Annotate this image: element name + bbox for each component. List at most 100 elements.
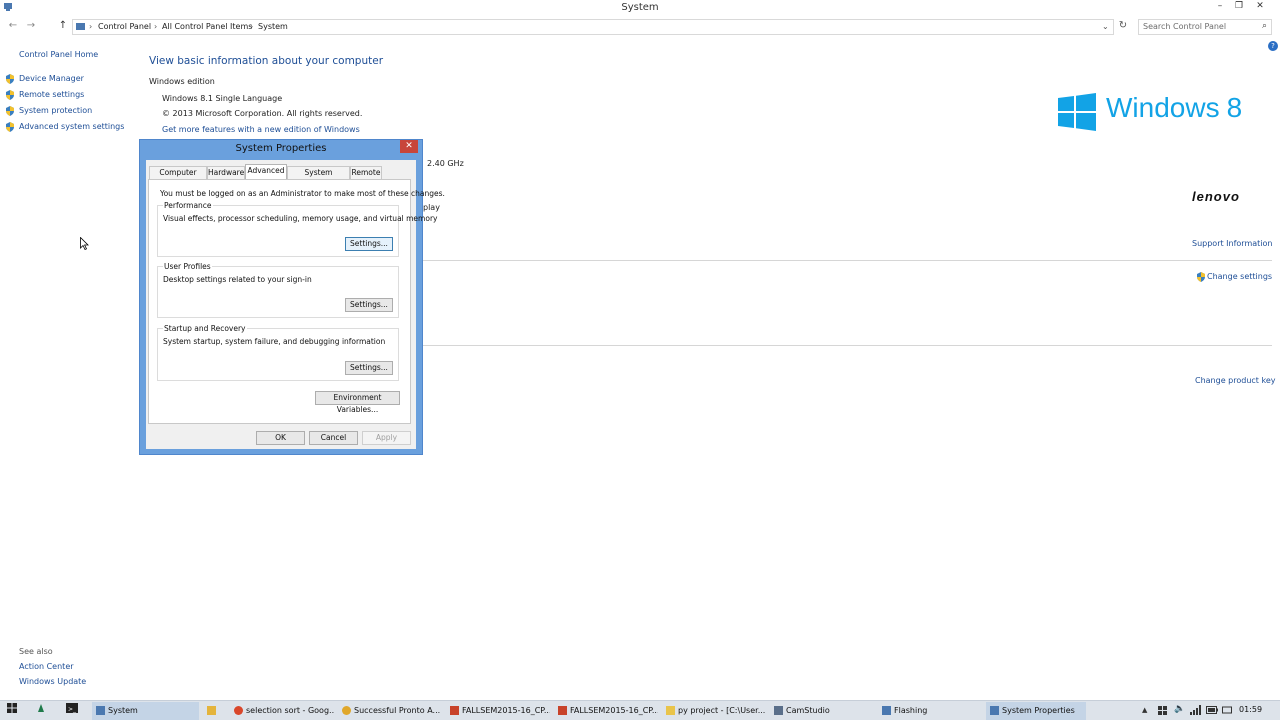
taskbar-item-label: Flashing — [894, 706, 928, 715]
shield-icon — [5, 74, 15, 84]
sidebar-item-label: Advanced system settings — [19, 122, 125, 131]
taskbar-item-label: py project - [C:\User... — [678, 706, 766, 715]
taskbar-item-system-properties[interactable]: System Properties — [986, 702, 1086, 720]
command-prompt-icon[interactable]: >_ — [62, 702, 82, 720]
taskbar-item-label: System Properties — [1002, 706, 1075, 715]
up-arrow-icon[interactable]: ↑ — [56, 20, 70, 34]
tab-hardware[interactable]: Hardware — [207, 166, 245, 179]
volume-icon[interactable]: 🔈 — [1174, 704, 1185, 714]
taskbar-item-label: FALLSEM2015-16_CP... — [462, 706, 550, 715]
taskbar-item-powerpoint-2[interactable]: FALLSEM2015-16_CP... — [554, 702, 658, 720]
file-explorer-icon[interactable] — [203, 702, 225, 720]
windows-version-number: 8 — [1226, 92, 1243, 123]
action-center-flag-icon[interactable] — [1158, 706, 1168, 715]
windows-wordmark: Windows — [1106, 92, 1220, 123]
sidebar-item-control-panel-home[interactable]: Control Panel Home — [19, 50, 98, 59]
taskbar-item-label: System — [108, 706, 138, 715]
see-also-heading: See also — [19, 647, 53, 656]
taskbar-item-camstudio[interactable]: CamStudio — [770, 702, 874, 720]
folder-icon — [207, 706, 216, 715]
sidebar-item-device-manager[interactable]: Device Manager — [5, 74, 84, 86]
apply-button[interactable]: Apply — [362, 431, 411, 445]
tab-remote[interactable]: Remote — [350, 166, 382, 179]
see-also-action-center[interactable]: Action Center — [19, 662, 74, 671]
taskbar-item-label: FALLSEM2015-16_CP... — [570, 706, 658, 715]
performance-group-desc: Visual effects, processor scheduling, me… — [163, 214, 438, 223]
user-profiles-group: User Profiles Desktop settings related t… — [157, 262, 399, 318]
sidebar-item-label: System protection — [19, 106, 93, 115]
see-also-windows-update[interactable]: Windows Update — [19, 677, 86, 686]
battery-icon[interactable] — [1206, 706, 1218, 714]
taskbar-item-py-project[interactable]: py project - [C:\User... — [662, 702, 766, 720]
system-icon — [990, 706, 999, 715]
performance-settings-button[interactable]: Settings... — [345, 237, 393, 251]
window-titlebar: System – ❐ ✕ — [0, 0, 1280, 16]
change-product-key-link[interactable]: Change product key — [1195, 376, 1276, 385]
powerpoint-icon — [450, 706, 459, 715]
shield-icon — [1196, 272, 1206, 282]
taskbar-item-powerpoint-1[interactable]: FALLSEM2015-16_CP... — [446, 702, 550, 720]
close-window-button[interactable]: ✕ — [1251, 1, 1269, 14]
start-button[interactable] — [4, 702, 20, 720]
performance-group-title: Performance — [163, 201, 213, 210]
chevron-down-icon[interactable]: ⌄ — [1102, 22, 1109, 31]
refresh-icon[interactable]: ↻ — [1116, 20, 1130, 34]
help-icon[interactable]: ? — [1268, 41, 1278, 51]
show-hidden-icons-chevron-icon[interactable]: ▲ — [1142, 706, 1147, 714]
system-properties-dialog: System Properties ✕ Computer Name Hardwa… — [139, 139, 445, 455]
keyboard-icon[interactable] — [1222, 706, 1232, 715]
section-divider — [423, 345, 1272, 346]
sidebar-item-advanced-system-settings[interactable]: Advanced system settings — [5, 122, 124, 134]
forward-arrow-icon[interactable]: → — [24, 20, 38, 34]
back-arrow-icon[interactable]: ← — [6, 20, 20, 34]
camstudio-icon — [774, 706, 783, 715]
environment-variables-button[interactable]: Environment Variables... — [315, 391, 400, 414]
breadcrumb-separator-icon: › — [89, 22, 93, 31]
network-icon[interactable] — [1190, 705, 1202, 715]
sidebar-item-label: Remote settings — [19, 90, 85, 99]
windows-start-icon — [7, 703, 17, 713]
breadcrumb-all-items[interactable]: All Control Panel Items — [162, 22, 252, 31]
dialog-close-button[interactable]: ✕ — [400, 140, 418, 153]
edition-value: Windows 8.1 Single Language — [162, 94, 283, 103]
search-input[interactable]: Search Control Panel ⌕ — [1138, 19, 1272, 35]
more-features-link[interactable]: Get more features with a new edition of … — [162, 125, 360, 134]
breadcrumb-system[interactable]: System — [258, 22, 288, 31]
taskbar-item-flashing[interactable]: Flashing — [878, 702, 982, 720]
taskbar-item-label: selection sort - Goog... — [246, 706, 334, 715]
control-panel-icon — [76, 22, 86, 34]
display-text-fragment: play — [423, 203, 440, 212]
tab-computer-name[interactable]: Computer Name — [149, 166, 207, 189]
shield-icon — [5, 106, 15, 116]
clock[interactable]: 01:59 — [1239, 705, 1262, 714]
search-icon[interactable]: ⌕ — [1262, 21, 1267, 31]
breadcrumb-control-panel[interactable]: Control Panel — [98, 22, 151, 31]
window-title: System — [621, 2, 659, 13]
svg-text:>_: >_ — [68, 706, 77, 713]
windows-flag-icon — [1058, 93, 1096, 131]
taskbar-item-system[interactable]: System — [92, 702, 199, 720]
ok-button[interactable]: OK — [256, 431, 305, 445]
startup-recovery-settings-button[interactable]: Settings... — [345, 361, 393, 375]
edition-heading: Windows edition — [149, 77, 215, 86]
user-profiles-group-desc: Desktop settings related to your sign-in — [163, 275, 312, 284]
restore-button[interactable]: ❐ — [1230, 1, 1248, 14]
tab-advanced[interactable]: Advanced — [245, 164, 287, 180]
minimize-button[interactable]: – — [1211, 1, 1229, 14]
tab-system-protection[interactable]: System Protection — [287, 166, 350, 189]
user-profiles-group-title: User Profiles — [163, 262, 212, 271]
taskbar-item-chrome-1[interactable]: selection sort - Goog... — [230, 702, 334, 720]
sidebar-item-system-protection[interactable]: System protection — [5, 106, 92, 118]
support-information-link[interactable]: Support Information — [1192, 239, 1272, 248]
breadcrumb[interactable]: › Control Panel › All Control Panel Item… — [72, 19, 1114, 35]
page-title: View basic information about your comput… — [149, 55, 384, 67]
processor-speed: 2.40 GHz — [427, 159, 464, 168]
user-profiles-settings-button[interactable]: Settings... — [345, 298, 393, 312]
cancel-button[interactable]: Cancel — [309, 431, 358, 445]
pinned-app-icon[interactable] — [32, 702, 50, 720]
section-divider — [423, 260, 1272, 261]
sidebar-item-remote-settings[interactable]: Remote settings — [5, 90, 84, 102]
shield-icon — [5, 90, 15, 100]
python-icon — [666, 706, 675, 715]
taskbar-item-chrome-2[interactable]: Successful Pronto A... — [338, 702, 442, 720]
